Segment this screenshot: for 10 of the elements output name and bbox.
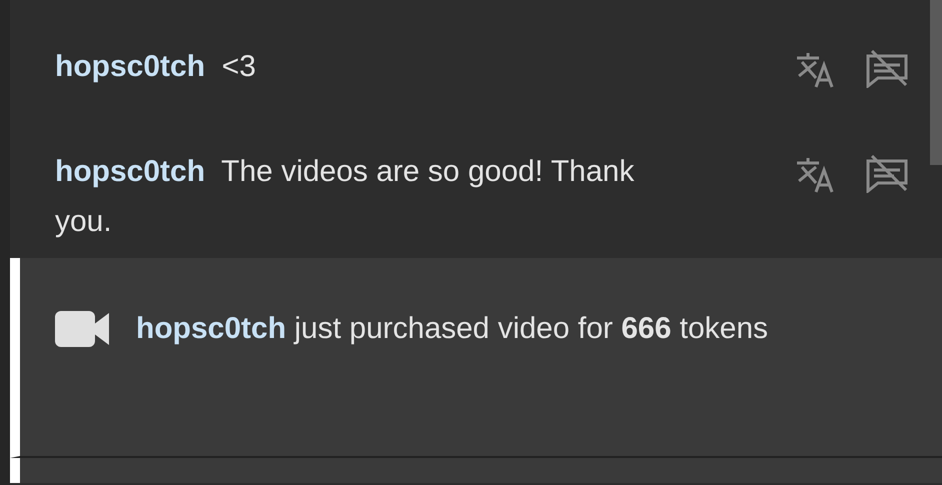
chat-off-icon[interactable] — [864, 50, 910, 88]
translate-icon[interactable] — [794, 50, 836, 88]
chat-message: hopsc0tch The videos are so good! Thank you. — [55, 154, 636, 240]
video-camera-icon — [55, 311, 109, 347]
chat-off-icon[interactable] — [864, 155, 910, 193]
purchase-notice: hopsc0tch just purchased video for 666 tokens — [136, 311, 770, 347]
chat-message: hopsc0tch <3 — [55, 49, 257, 85]
scrollbar[interactable] — [930, 0, 942, 165]
username-link[interactable]: hopsc0tch — [136, 312, 286, 345]
translate-icon[interactable] — [794, 155, 836, 193]
